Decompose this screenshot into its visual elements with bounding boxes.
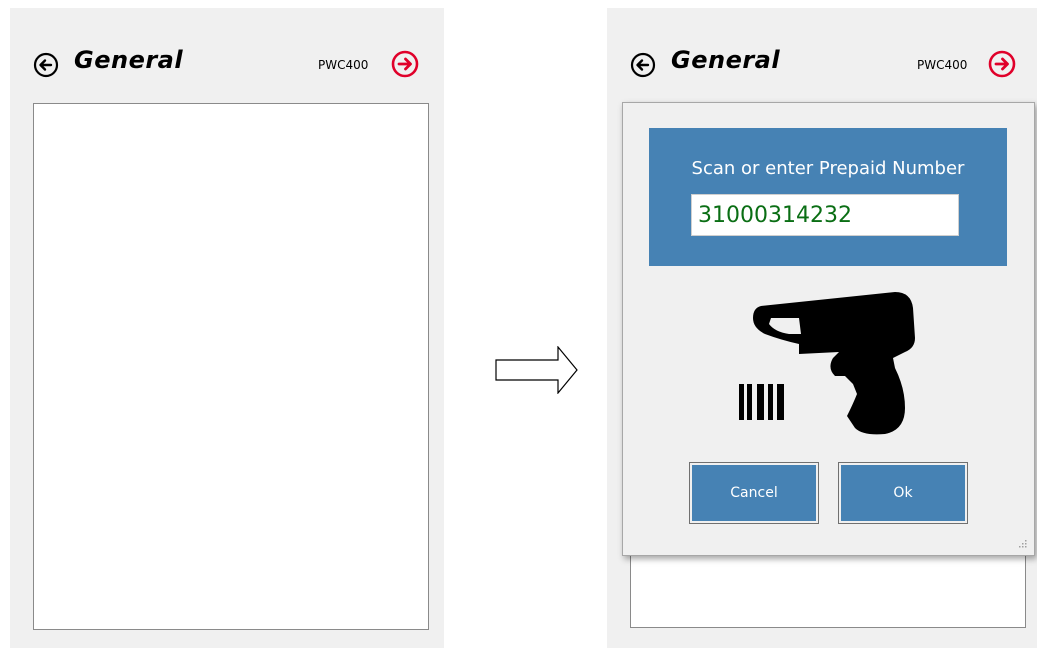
back-arrow-icon: [630, 52, 656, 78]
cancel-button[interactable]: Cancel: [689, 462, 819, 524]
content-area: [33, 103, 429, 630]
barcode-scanner-icon: [739, 292, 915, 435]
prepaid-scan-dialog: Scan or enter Prepaid Number Cancel Ok: [622, 102, 1035, 556]
left-screen: General PWC400: [10, 8, 444, 648]
page-title: General: [74, 46, 184, 74]
next-button[interactable]: [391, 50, 419, 78]
screen-header: General PWC400: [607, 8, 1037, 98]
next-arrow-icon: [988, 50, 1016, 78]
back-button[interactable]: [33, 52, 59, 78]
transition-arrow-icon: [495, 346, 578, 394]
content-area: [630, 548, 1026, 628]
back-arrow-icon: [33, 52, 59, 78]
screen-header: General PWC400: [10, 8, 444, 98]
scan-prompt: Scan or enter Prepaid Number: [691, 158, 965, 179]
next-button[interactable]: [988, 50, 1016, 78]
next-arrow-icon: [391, 50, 419, 78]
ok-button[interactable]: Ok: [838, 462, 968, 524]
page-title: General: [671, 46, 781, 74]
device-label: PWC400: [917, 58, 968, 72]
device-label: PWC400: [318, 58, 369, 72]
resize-grip-icon[interactable]: [1018, 539, 1028, 549]
prepaid-number-input[interactable]: [691, 194, 959, 236]
scan-panel: Scan or enter Prepaid Number: [649, 128, 1007, 266]
back-button[interactable]: [630, 52, 656, 78]
